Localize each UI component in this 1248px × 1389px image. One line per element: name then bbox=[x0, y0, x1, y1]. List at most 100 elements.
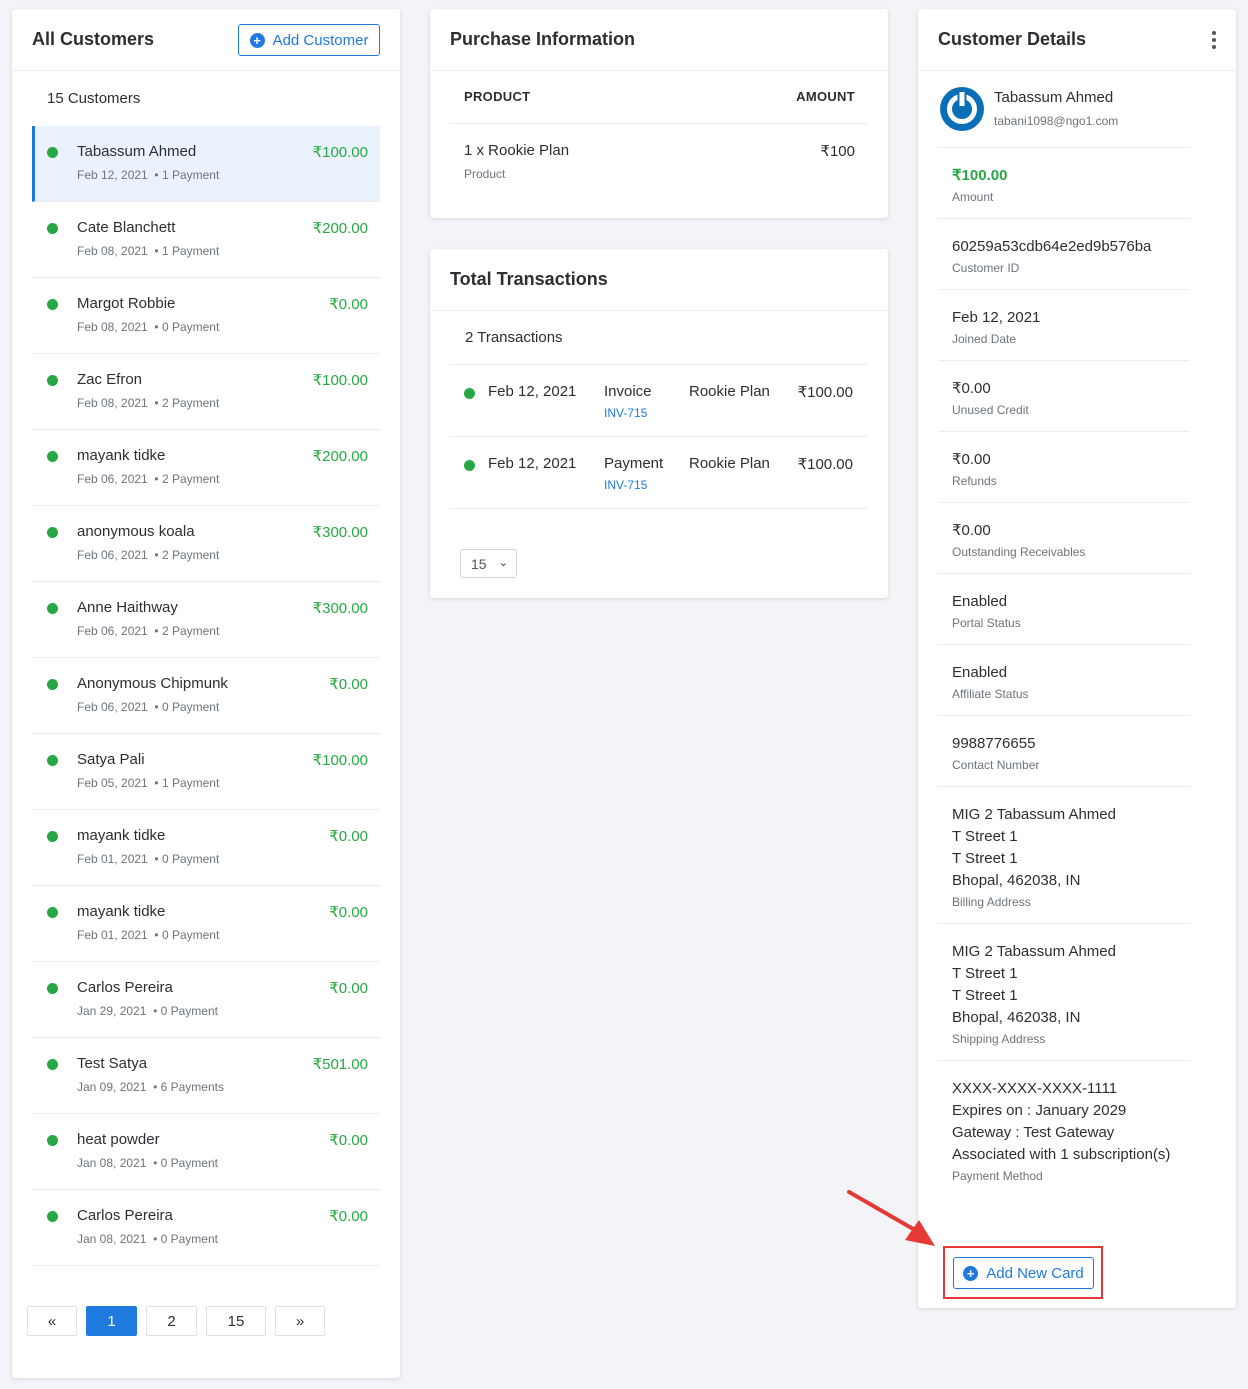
customer-row[interactable]: heat powder Jan 08, 2021 • 0 Payment ₹0.00 bbox=[32, 1114, 380, 1190]
status-dot bbox=[47, 375, 58, 386]
page-2-button[interactable]: 2 bbox=[146, 1306, 197, 1336]
customer-meta: Feb 06, 2021 • 2 Payment bbox=[77, 624, 219, 638]
card-expiry: Expires on : January 2029 bbox=[952, 1102, 1127, 1119]
transaction-row[interactable]: Feb 12, 2021 Payment INV-715 Rookie Plan… bbox=[450, 437, 868, 509]
customer-amount: ₹0.00 bbox=[329, 296, 368, 313]
customer-list: Tabassum Ahmed Feb 12, 2021 • 1 Payment ₹1… bbox=[32, 126, 380, 1266]
address-line: T Street 1 bbox=[952, 965, 1018, 982]
customer-date: Jan 29, 2021 bbox=[77, 1004, 147, 1018]
field-label: Contact Number bbox=[952, 758, 1040, 772]
status-dot bbox=[47, 147, 58, 158]
product-name: 1 x Rookie Plan bbox=[464, 142, 570, 159]
customer-name: Satya Pali bbox=[77, 751, 145, 768]
customer-name: Carlos Pereira bbox=[77, 979, 173, 996]
field-label: Joined Date bbox=[952, 332, 1017, 346]
customer-name: Anne Haithway bbox=[77, 599, 178, 616]
invoice-link[interactable]: INV-715 bbox=[604, 406, 647, 420]
status-dot bbox=[47, 983, 58, 994]
customer-payments: • 1 Payment bbox=[154, 244, 220, 258]
customer-amount: ₹0.00 bbox=[329, 676, 368, 693]
next-page-button[interactable]: » bbox=[275, 1306, 325, 1336]
field-label: Affiliate Status bbox=[952, 687, 1029, 701]
field-affiliate-status: Enabled Affiliate Status bbox=[938, 645, 1190, 716]
add-new-card-button[interactable]: + Add New Card bbox=[953, 1257, 1094, 1289]
customer-meta: Feb 06, 2021 • 0 Payment bbox=[77, 700, 219, 714]
customer-row[interactable]: Zac Efron Feb 08, 2021 • 2 Payment ₹100.00 bbox=[32, 354, 380, 430]
customer-row[interactable]: Tabassum Ahmed Feb 12, 2021 • 1 Payment ₹1… bbox=[32, 126, 380, 202]
more-options-icon[interactable] bbox=[1212, 31, 1216, 49]
prev-page-button[interactable]: « bbox=[27, 1306, 77, 1336]
field-amount: ₹100.00 Amount bbox=[938, 148, 1190, 219]
customer-row[interactable]: anonymous koala Feb 06, 2021 • 2 Payment ₹… bbox=[32, 506, 380, 582]
purchase-header: Purchase Information bbox=[430, 9, 888, 71]
field-label: Unused Credit bbox=[952, 403, 1029, 417]
customer-row[interactable]: Anne Haithway Feb 06, 2021 • 2 Payment ₹30… bbox=[32, 582, 380, 658]
status-dot bbox=[47, 1135, 58, 1146]
card-gateway: Gateway : Test Gateway bbox=[952, 1124, 1115, 1141]
transactions-panel: Total Transactions 2 Transactions Feb 12… bbox=[430, 249, 888, 598]
customer-payments: • 0 Payment bbox=[153, 1232, 218, 1246]
status-dot bbox=[47, 679, 58, 690]
field-billing-address: MIG 2 Tabassum Ahmed T Street 1 T Street… bbox=[938, 787, 1190, 924]
invoice-link[interactable]: INV-715 bbox=[604, 478, 647, 492]
customer-row[interactable]: Carlos Pereira Jan 29, 2021 • 0 Payment ₹0… bbox=[32, 962, 380, 1038]
customer-meta: Feb 05, 2021 • 1 Payment bbox=[77, 776, 219, 790]
page-1-button[interactable]: 1 bbox=[86, 1306, 137, 1336]
customer-row[interactable]: Anonymous Chipmunk Feb 06, 2021 • 0 Payme… bbox=[32, 658, 380, 734]
address-line: MIG 2 Tabassum Ahmed bbox=[952, 943, 1116, 960]
customer-row[interactable]: mayank tidke Feb 01, 2021 • 0 Payment ₹0.0… bbox=[32, 886, 380, 962]
customer-name: Tabassum Ahmed bbox=[994, 89, 1114, 106]
transaction-date: Feb 12, 2021 bbox=[488, 455, 577, 472]
purchase-title: Purchase Information bbox=[450, 29, 636, 49]
customer-row[interactable]: Margot Robbie Feb 08, 2021 • 0 Payment ₹0.… bbox=[32, 278, 380, 354]
page-15-button[interactable]: 15 bbox=[206, 1306, 266, 1336]
transaction-date: Feb 12, 2021 bbox=[488, 383, 577, 400]
customer-row[interactable]: mayank tidke Feb 06, 2021 • 2 Payment ₹200… bbox=[32, 430, 380, 506]
field-label: Billing Address bbox=[952, 895, 1031, 909]
field-label: Customer ID bbox=[952, 261, 1020, 275]
address-line: T Street 1 bbox=[952, 850, 1018, 867]
address-line: MIG 2 Tabassum Ahmed bbox=[952, 806, 1116, 823]
customer-meta: Feb 08, 2021 • 2 Payment bbox=[77, 396, 219, 410]
per-page-select[interactable]: 15 ⌄ bbox=[460, 549, 517, 578]
customer-row[interactable]: Cate Blanchett Feb 08, 2021 • 1 Payment ₹2… bbox=[32, 202, 380, 278]
customer-row[interactable]: Test Satya Jan 09, 2021 • 6 Payments ₹501.… bbox=[32, 1038, 380, 1114]
add-customer-button[interactable]: + Add Customer bbox=[238, 24, 380, 56]
field-value: Enabled bbox=[952, 664, 1008, 681]
field-customer-id: 60259a53cdb64e2ed9b576ba Customer ID bbox=[938, 219, 1190, 290]
pagination: « 1 2 15 » bbox=[27, 1306, 325, 1336]
field-contact-number: 9988776655 Contact Number bbox=[938, 716, 1190, 787]
field-value: Feb 12, 2021 bbox=[952, 309, 1041, 326]
customer-amount: ₹0.00 bbox=[329, 980, 368, 997]
customer-date: Feb 12, 2021 bbox=[77, 168, 148, 182]
status-dot bbox=[47, 755, 58, 766]
field-value: ₹0.00 bbox=[952, 451, 991, 468]
customer-date: Jan 08, 2021 bbox=[77, 1232, 147, 1246]
customer-meta: Jan 08, 2021 • 0 Payment bbox=[77, 1232, 218, 1246]
field-portal-status: Enabled Portal Status bbox=[938, 574, 1190, 645]
customer-row[interactable]: mayank tidke Feb 01, 2021 • 0 Payment ₹0.0… bbox=[32, 810, 380, 886]
customer-payments: • 2 Payment bbox=[154, 396, 220, 410]
product-type: Product bbox=[464, 167, 506, 181]
customer-payments: • 0 Payment bbox=[153, 1156, 218, 1170]
customer-amount: ₹100.00 bbox=[312, 372, 368, 389]
customer-meta: Feb 12, 2021 • 1 Payment bbox=[77, 168, 219, 182]
customer-row[interactable]: Carlos Pereira Jan 08, 2021 • 0 Payment ₹0… bbox=[32, 1190, 380, 1266]
transaction-row[interactable]: Feb 12, 2021 Invoice INV-715 Rookie Plan… bbox=[450, 365, 868, 437]
transaction-amount: ₹100.00 bbox=[797, 456, 853, 473]
details-fields: ₹100.00 Amount 60259a53cdb64e2ed9b576ba … bbox=[938, 147, 1190, 1197]
customer-meta: Feb 06, 2021 • 2 Payment bbox=[77, 548, 219, 562]
customers-count: 15 Customers bbox=[47, 89, 141, 107]
field-label: Shipping Address bbox=[952, 1032, 1046, 1046]
transactions-count: 2 Transactions bbox=[465, 329, 563, 346]
customer-payments: • 1 Payment bbox=[154, 168, 220, 182]
customer-date: Feb 08, 2021 bbox=[77, 396, 148, 410]
customer-row[interactable]: Satya Pali Feb 05, 2021 • 1 Payment ₹100.0… bbox=[32, 734, 380, 810]
customer-date: Feb 01, 2021 bbox=[77, 928, 148, 942]
customer-amount: ₹0.00 bbox=[329, 1208, 368, 1225]
field-label: Refunds bbox=[952, 474, 997, 488]
customer-payments: • 6 Payments bbox=[153, 1080, 224, 1094]
customer-name: Anonymous Chipmunk bbox=[77, 675, 228, 692]
field-value: 60259a53cdb64e2ed9b576ba bbox=[952, 238, 1152, 255]
customer-date: Feb 08, 2021 bbox=[77, 244, 148, 258]
